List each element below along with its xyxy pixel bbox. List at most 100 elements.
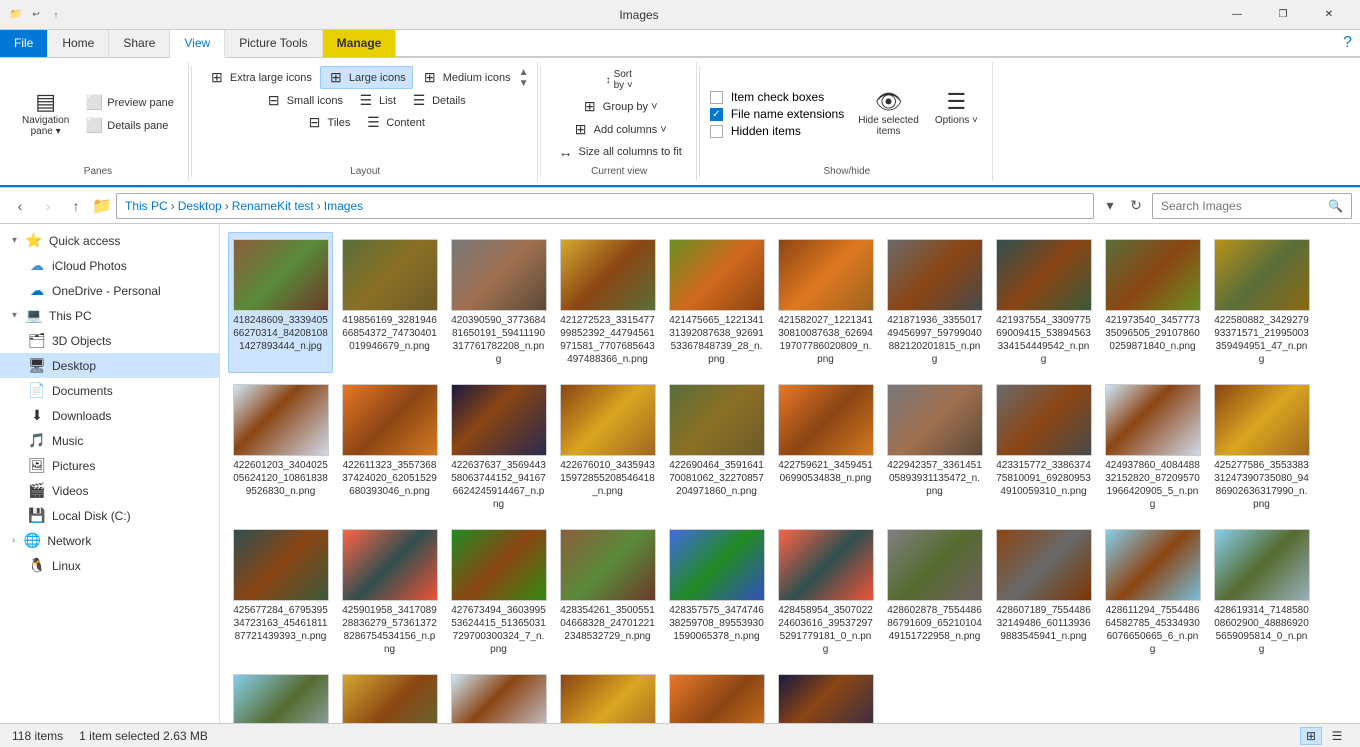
layout-scroll[interactable]: ▲▼	[519, 67, 529, 89]
grid-item[interactable]: 428602878_755448686791609_65210104491517…	[882, 522, 987, 663]
list-button[interactable]: ☰ List	[351, 90, 402, 111]
grid-item[interactable]: 422580882_342927993371571_21995003359494…	[1209, 232, 1314, 373]
grid-item[interactable]: 422759621_345945106990534838_n.png	[773, 377, 878, 518]
back-button[interactable]: ‹	[8, 194, 32, 218]
path-dropdown-button[interactable]: ▾	[1098, 194, 1122, 218]
file-extensions-checkbox[interactable]: ✓	[710, 108, 723, 121]
grid-item[interactable]: 420390590_377368481650191_59411190317761…	[446, 232, 551, 373]
grid-item[interactable]: 422676010_343594315972855208546418_n.png	[555, 377, 660, 518]
sidebar-item-network[interactable]: › 🌐 Network	[0, 528, 219, 553]
add-columns-button[interactable]: ⊞ Add columns ˅	[566, 119, 673, 140]
size-columns-button[interactable]: ↔ Size all columns to fit	[551, 142, 688, 162]
file-grid[interactable]: 418248609_333940566270314_84208108142789…	[220, 224, 1360, 723]
up-button[interactable]: ↑	[64, 194, 88, 218]
location-icon[interactable]: 📁	[92, 196, 112, 216]
search-box[interactable]: 🔍	[1152, 193, 1352, 219]
grid-item[interactable]: 421937554_330977569009415_53894563334154…	[991, 232, 1096, 373]
hide-selected-button[interactable]: 👁 Hide selecteditems	[852, 88, 925, 140]
small-icons-button[interactable]: ⊟ Small icons	[259, 90, 349, 111]
sidebar-item-videos[interactable]: 🎬 Videos	[0, 478, 219, 503]
sort-by-button[interactable]: ↕ Sortby ˅	[600, 66, 639, 94]
grid-item[interactable]: 422601203_340402505624120_10861838952683…	[228, 377, 333, 518]
tab-manage[interactable]: Manage	[323, 30, 397, 57]
grid-item[interactable]: 428611294_755448664582785_45334930607665…	[1100, 522, 1205, 663]
grid-item[interactable]: cabin_interior_1.png	[555, 667, 660, 723]
sidebar-item-onedrive[interactable]: ☁ OneDrive - Personal	[0, 278, 219, 303]
path-this-pc[interactable]: This PC	[125, 199, 168, 213]
grid-item[interactable]: 428357575_347474638259708_89553930159006…	[664, 522, 769, 663]
grid-item[interactable]: 421582027_122134130810087638_62694197077…	[773, 232, 878, 373]
path-images[interactable]: Images	[324, 199, 363, 213]
sidebar-item-music[interactable]: 🎵 Music	[0, 428, 219, 453]
sidebar-item-linux[interactable]: 🐧 Linux	[0, 553, 219, 578]
sidebar-item-3d-objects[interactable]: 🗂 3D Objects	[0, 328, 219, 353]
tab-home[interactable]: Home	[48, 30, 109, 57]
sidebar-item-quick-access[interactable]: ▾ ⭐ Quick access	[0, 228, 219, 253]
grid-item[interactable]: cabin_mtn_2.png	[337, 667, 442, 723]
grid-item[interactable]: 425901958_341708928836279_57361372828675…	[337, 522, 442, 663]
address-path[interactable]: This PC › Desktop › RenameKit test › Ima…	[116, 193, 1094, 219]
grid-item[interactable]: 421871936_335501749456997_59799040882120…	[882, 232, 987, 373]
sidebar-item-icloud[interactable]: ☁ iCloud Photos	[0, 253, 219, 278]
tab-share[interactable]: Share	[109, 30, 170, 57]
tab-picture-tools[interactable]: Picture Tools	[225, 30, 322, 57]
sidebar-item-downloads[interactable]: ⬇ Downloads	[0, 403, 219, 428]
large-icons-button[interactable]: ⊞ Large icons	[320, 66, 413, 89]
close-button[interactable]: ✕	[1306, 0, 1352, 30]
grid-item[interactable]: 424937860_408448832152820_87209570196642…	[1100, 377, 1205, 518]
grid-item[interactable]: 427673494_360399553624415_51365031729700…	[446, 522, 551, 663]
grid-item[interactable]: 422942357_336145105893931135472_n.png	[882, 377, 987, 518]
hidden-items-checkbox[interactable]	[710, 125, 723, 138]
tab-view[interactable]: View	[170, 30, 225, 58]
grid-item[interactable]: 422637637_356944358063744152_94167662424…	[446, 377, 551, 518]
grid-item[interactable]: 428354261_350055104668328_24701221234853…	[555, 522, 660, 663]
sidebar-item-documents[interactable]: 📄 Documents	[0, 378, 219, 403]
search-input[interactable]	[1161, 199, 1328, 213]
refresh-button[interactable]: ↻	[1124, 194, 1148, 218]
item-checkboxes-checkbox[interactable]	[710, 91, 723, 104]
list-view-button[interactable]: ☰	[1326, 727, 1348, 745]
details-pane-button[interactable]: ⬜ Details pane	[79, 115, 180, 136]
grid-item[interactable]: 421272523_331547799852392_44794561971581…	[555, 232, 660, 373]
options-button[interactable]: ☰ Options ˅	[929, 88, 984, 140]
grid-item[interactable]: 419856169_328194666854372_74730401019946…	[337, 232, 442, 373]
sidebar-item-pictures[interactable]: 🖼 Pictures	[0, 453, 219, 478]
grid-item[interactable]: 418248609_333940566270314_84208108142789…	[228, 232, 333, 373]
grid-item[interactable]: cabin_autumn_1.png	[664, 667, 769, 723]
grid-item[interactable]: cabin_mtn_1.png	[228, 667, 333, 723]
file-extensions-label[interactable]: ✓ File name extensions	[710, 107, 844, 121]
path-renamekit[interactable]: RenameKit test	[232, 199, 314, 213]
item-checkboxes-label[interactable]: Item check boxes	[710, 90, 844, 104]
grid-item[interactable]: 428458954_350702224603616_39537297529177…	[773, 522, 878, 663]
medium-icons-button[interactable]: ⊞ Medium icons	[415, 67, 517, 88]
forward-button[interactable]: ›	[36, 194, 60, 218]
group-by-button[interactable]: ⊞ Group by ˅	[575, 96, 664, 117]
content-button[interactable]: ☰ Content	[358, 112, 431, 133]
sidebar-item-this-pc[interactable]: ▾ 💻 This PC	[0, 303, 219, 328]
grid-item[interactable]: 422690464_359164170081062_32270857204971…	[664, 377, 769, 518]
hidden-items-label[interactable]: Hidden items	[710, 124, 844, 138]
maximize-button[interactable]: ❒	[1260, 0, 1306, 30]
grid-item[interactable]: 428607189_755448632149486_60113936988354…	[991, 522, 1096, 663]
grid-item[interactable]: 422611323_355736837424020_62051529680393…	[337, 377, 442, 518]
grid-item[interactable]: 423315772_338637475810091_69280953491005…	[991, 377, 1096, 518]
grid-item[interactable]: 428619314_714858008602900_48886920565909…	[1209, 522, 1314, 663]
minimize-button[interactable]: —	[1214, 0, 1260, 30]
grid-item[interactable]: cabin_snow_1.png	[446, 667, 551, 723]
details-button[interactable]: ☰ Details	[404, 90, 472, 111]
tab-file[interactable]: File	[0, 30, 48, 57]
sidebar-item-desktop[interactable]: 🖥 Desktop	[0, 353, 219, 378]
grid-view-button[interactable]: ⊞	[1300, 727, 1322, 745]
navigation-pane-button[interactable]: ▤ Navigationpane ▾	[16, 88, 75, 140]
path-desktop[interactable]: Desktop	[178, 199, 222, 213]
extra-large-icons-button[interactable]: ⊞ Extra large icons	[202, 67, 318, 88]
grid-item[interactable]: 421973540_345777335096505_29107860025987…	[1100, 232, 1205, 373]
grid-item[interactable]: cabin_night_1.png	[773, 667, 878, 723]
grid-item[interactable]: 421475665_122134131392087638_92691533678…	[664, 232, 769, 373]
preview-pane-button[interactable]: ⬜ Preview pane	[79, 92, 180, 113]
grid-item[interactable]: 425677284_679539534723163_45461811877214…	[228, 522, 333, 663]
sidebar-item-local-disk[interactable]: 💾 Local Disk (C:)	[0, 503, 219, 528]
tiles-button[interactable]: ⊟ Tiles	[300, 112, 357, 133]
grid-item[interactable]: 425277586_355338331247390735080_94869026…	[1209, 377, 1314, 518]
help-icon[interactable]: ?	[1343, 34, 1352, 52]
